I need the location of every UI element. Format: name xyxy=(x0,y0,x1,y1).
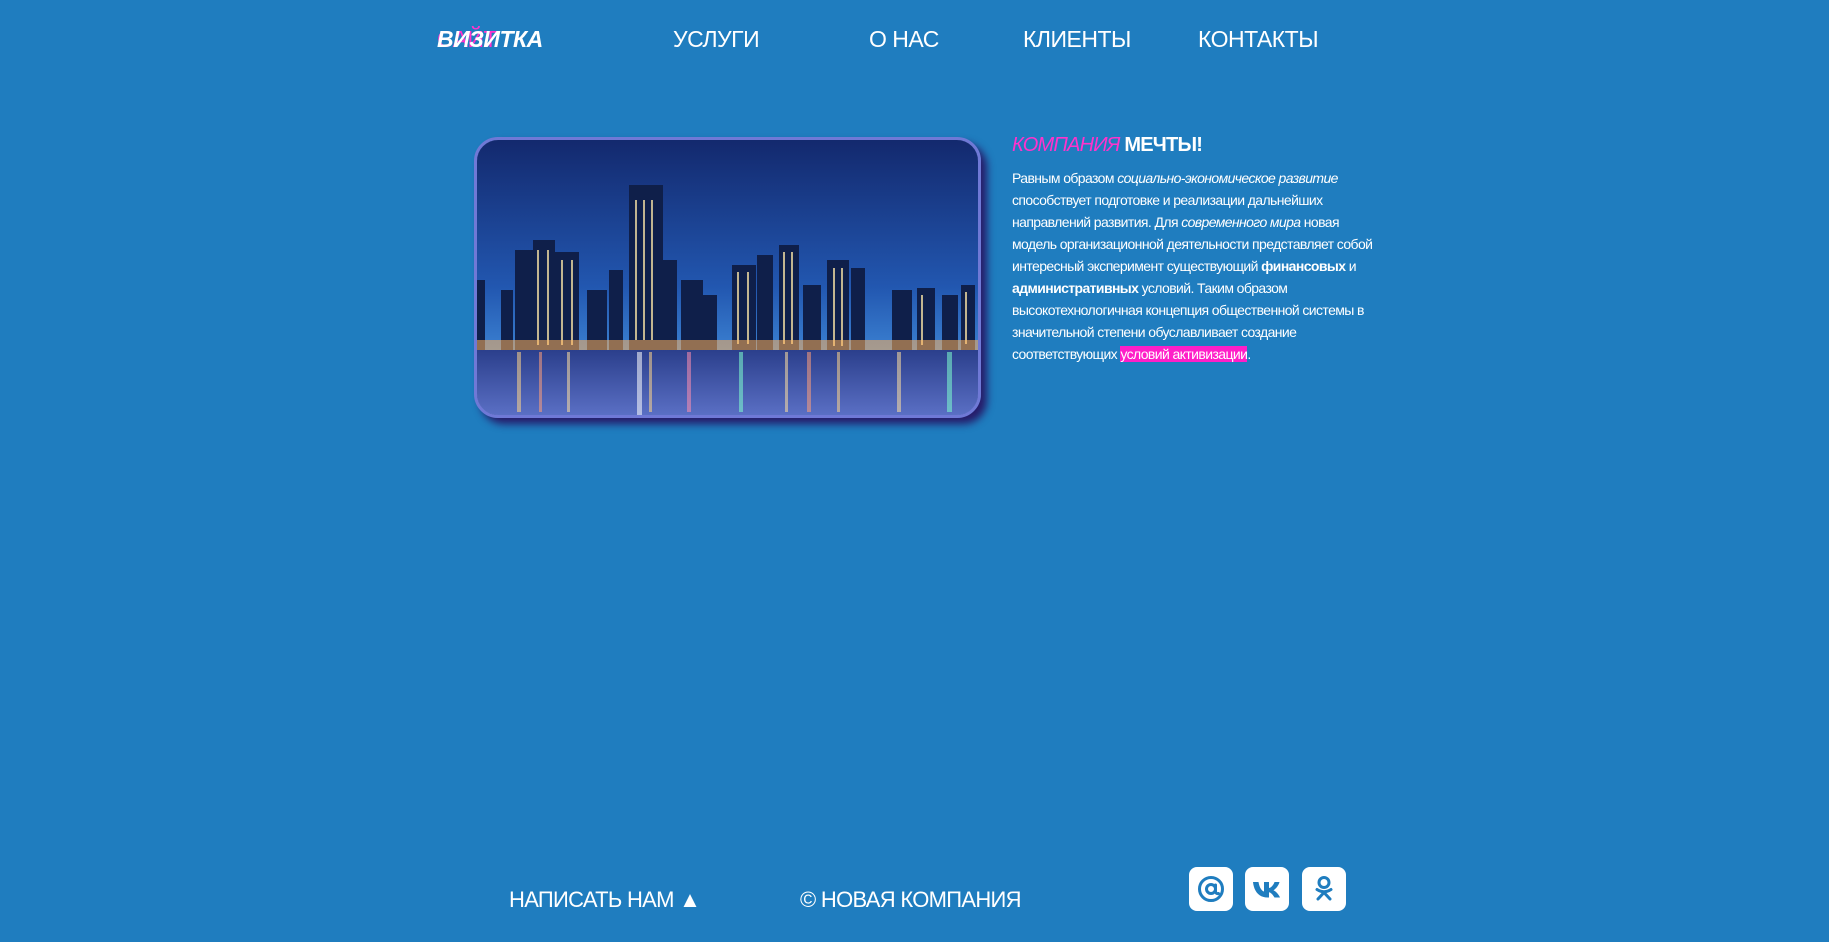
nav-link-contacts[interactable]: КОНТАКТЫ xyxy=(1198,22,1319,56)
mail-at-icon xyxy=(1198,876,1224,902)
about-title-part-2: МЕЧТЫ! xyxy=(1124,134,1203,156)
about-title: КОМПАНИЯ МЕЧТЫ! xyxy=(1012,134,1382,157)
city-skyline-illustration xyxy=(477,140,978,415)
text-fragment: Равным образом xyxy=(1012,170,1118,186)
vk-button[interactable] xyxy=(1245,867,1289,911)
nav-link-about[interactable]: О НАС xyxy=(869,22,939,56)
about-section: КОМПАНИЯ МЕЧТЫ! Равным образом социально… xyxy=(1012,134,1382,365)
about-paragraph: Равным образом социально-экономическое р… xyxy=(1012,167,1382,365)
about-title-part-1: КОМПАНИЯ xyxy=(1012,134,1120,156)
nav-link-clients[interactable]: КЛИЕНТЫ xyxy=(1023,22,1131,56)
text-fragment: . xyxy=(1247,346,1251,362)
nav-link-services[interactable]: УСЛУГИ xyxy=(673,22,760,56)
text-emphasis: социально-экономическое развитие xyxy=(1117,170,1338,186)
odnoklassniki-icon xyxy=(1315,876,1333,901)
hero-image-city-skyline xyxy=(474,137,981,418)
text-bold: финансовых xyxy=(1261,258,1346,274)
write-us-link[interactable]: НАПИСАТЬ НАМ ▲ xyxy=(509,885,701,915)
logo-part-2: ВИЗИТКА xyxy=(437,26,543,52)
top-navigation: САЙТ ВИЗИТКА УСЛУГИ О НАС КЛИЕНТЫ КОНТАК… xyxy=(0,22,1829,56)
text-highlight: условий активизации xyxy=(1120,346,1248,362)
text-emphasis: современного мира xyxy=(1181,214,1301,230)
odnoklassniki-button[interactable] xyxy=(1302,867,1346,911)
vk-icon xyxy=(1253,882,1280,898)
text-bold: административных xyxy=(1012,280,1139,296)
mail-button[interactable] xyxy=(1189,867,1233,911)
text-fragment: и xyxy=(1345,258,1357,274)
copyright-text: © НОВАЯ КОМПАНИЯ xyxy=(800,887,1022,912)
